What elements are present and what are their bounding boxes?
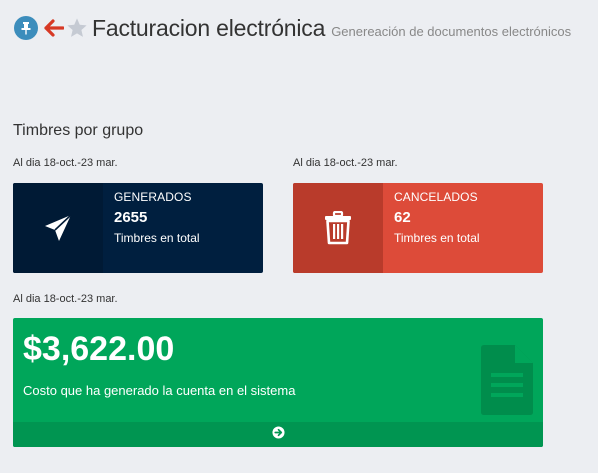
arrow-left-icon[interactable] [44,17,64,39]
page-header: Facturacion electrónica Genereación de d… [14,12,571,44]
cancelados-label: CANCELADOS [394,190,478,204]
document-icon [481,345,533,420]
section-title: Timbres por grupo [13,122,144,139]
generados-text: Timbres en total [114,231,200,245]
cancelados-info-box: CANCELADOS 62 Timbres en total [293,183,543,273]
pin-icon[interactable] [14,16,38,40]
trash-icon [293,183,383,273]
generados-number: 2655 [114,209,148,226]
arrow-circle-right-icon [271,425,285,444]
page-title: Facturacion electrónica [92,14,326,41]
generados-date-label: Al dia 18-oct.-23 mar. [13,157,118,169]
generados-info-box: GENERADOS 2655 Timbres en total [13,183,263,273]
page-subtitle: Genereación de documentos electrónicos [331,23,572,39]
cancelados-number: 62 [394,209,411,226]
costo-small-box: $3,622.00 Costo que ha generado la cuent… [13,318,543,447]
costo-date-label: Al dia 18-oct.-23 mar. [13,293,118,305]
paper-plane-icon [13,183,103,273]
cancelados-text: Timbres en total [394,231,480,245]
costo-amount: $3,622.00 [23,330,175,368]
costo-description: Costo que ha generado la cuenta en el si… [23,383,296,398]
generados-label: GENERADOS [114,190,192,204]
star-icon[interactable] [66,17,88,39]
costo-more-info-link[interactable] [13,422,543,447]
cancelados-date-label: Al dia 18-oct.-23 mar. [293,157,398,169]
